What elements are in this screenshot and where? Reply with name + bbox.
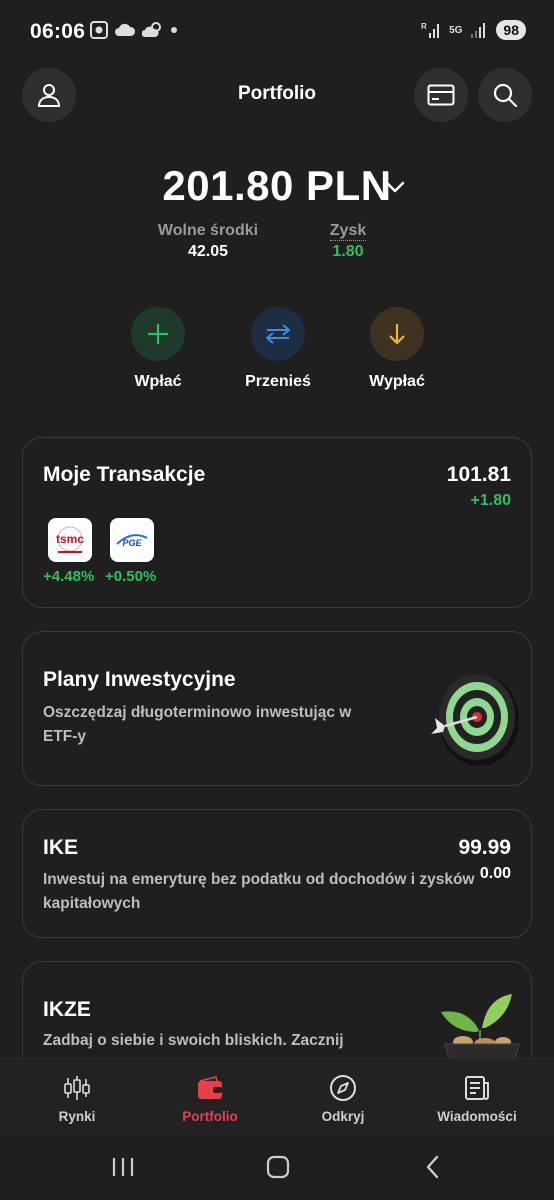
news-icon	[465, 1076, 489, 1100]
portfolio-screen: 06:06 R 5G 98 Portfolio 201.80 PLN Wolne…	[0, 0, 554, 1200]
nav-markets[interactable]: Rynki	[17, 1073, 137, 1124]
card-button[interactable]	[414, 68, 468, 122]
free-funds-value: 42.05	[187, 243, 229, 260]
card-description-line2: ETF-y	[43, 728, 87, 745]
transactions-change: +1.80	[470, 492, 511, 509]
cloud-icon	[115, 23, 136, 36]
credit-card-icon	[427, 84, 455, 106]
transfer-button[interactable]: Przenieś	[223, 307, 333, 391]
card-title: IKE	[43, 836, 79, 859]
balance-section: 201.80 PLN	[0, 162, 554, 210]
tsmc-logo-icon: tsmc	[56, 526, 84, 553]
search-icon	[493, 83, 518, 108]
nav-label: Portfolio	[182, 1109, 238, 1124]
network-type: 5G	[449, 24, 463, 36]
total-balance: 201.80 PLN	[162, 162, 392, 209]
profit-stat[interactable]: Zysk 1.80	[318, 222, 378, 261]
nav-discover[interactable]: Odkryj	[283, 1073, 403, 1124]
free-funds-stat: Wolne środki 42.05	[152, 222, 264, 261]
tsmc-change: +4.48%	[43, 568, 95, 585]
profit-label: Zysk	[329, 222, 367, 241]
card-description-line1: Zadbaj o siebie i swoich bliskich. Zaczn…	[43, 1032, 344, 1049]
nav-portfolio[interactable]: Portfolio	[150, 1073, 270, 1124]
nav-news[interactable]: Wiadomości	[417, 1073, 537, 1124]
deposit-label: Wpłać	[134, 373, 182, 390]
target-dart-icon	[431, 674, 519, 766]
chevron-down-icon[interactable]	[383, 179, 407, 195]
status-time: 06:06	[30, 20, 86, 43]
app-notification-icon	[90, 21, 108, 39]
ike-value: 99.99	[458, 836, 511, 859]
tsmc-logo-text: tsmc	[56, 532, 84, 546]
plant-pot-icon	[441, 994, 520, 1067]
ike-card[interactable]: IKE 99.99 0.00 Inwestuj na emeryturę bez…	[22, 809, 532, 938]
pge-logo-icon: PGE	[116, 534, 148, 548]
card-title: IKZE	[43, 998, 91, 1021]
recent-apps-icon[interactable]	[111, 1154, 135, 1180]
card-description-line2: kapitałowych	[43, 895, 141, 912]
profit-value: 1.80	[332, 243, 364, 260]
card-title: Moje Transakcje	[43, 463, 206, 486]
pge-change: +0.50%	[105, 568, 157, 585]
arrow-down-icon	[389, 324, 405, 345]
pge-logo[interactable]: PGE	[110, 518, 154, 562]
system-indicators: R 5G 98	[421, 20, 526, 40]
transfer-arrows-icon	[266, 324, 290, 344]
my-transactions-card[interactable]: Moje Transakcje 101.81 +1.80 tsmc +4.48%…	[22, 437, 532, 608]
battery-indicator: 98	[496, 20, 526, 40]
card-description-line1: Inwestuj na emeryturę bez podatku od doc…	[43, 871, 475, 888]
investment-plans-card[interactable]: Plany Inwestycyjne Oszczędzaj długotermi…	[22, 631, 532, 786]
partly-cloudy-icon	[142, 22, 161, 37]
system-navigation-bar	[0, 1138, 554, 1200]
pge-logo-text: PGE	[122, 538, 142, 548]
tsmc-logo[interactable]: tsmc	[48, 518, 92, 562]
bottom-navigation: Rynki Portfolio Odkryj Wiadomości	[0, 1058, 554, 1138]
top-header: Portfolio	[0, 68, 554, 122]
withdraw-label: Wypłać	[369, 373, 425, 390]
wallet-icon	[198, 1076, 222, 1099]
transfer-circle	[251, 307, 305, 361]
status-bar: 06:06 R 5G 98	[0, 0, 554, 62]
free-funds-label: Wolne środki	[157, 222, 259, 239]
notification-icons	[90, 21, 178, 39]
card-description-line1: Oszczędzaj długoterminowo inwestując w	[43, 704, 352, 721]
withdraw-button[interactable]: Wypłać	[342, 307, 452, 391]
search-button[interactable]	[478, 68, 532, 122]
nav-label: Rynki	[58, 1109, 96, 1124]
home-icon[interactable]	[265, 1154, 291, 1180]
candlestick-icon	[64, 1076, 90, 1100]
signal-roaming-icon: R	[421, 22, 440, 38]
dot-icon	[171, 27, 177, 33]
ike-change: 0.00	[479, 865, 511, 882]
page-title: Portfolio	[237, 83, 317, 104]
signal-strength-icon	[471, 23, 486, 38]
transfer-label: Przenieś	[245, 373, 311, 390]
deposit-button[interactable]: Wpłać	[103, 307, 213, 391]
nav-label: Wiadomości	[437, 1109, 517, 1124]
back-icon[interactable]	[422, 1154, 444, 1180]
plus-icon	[148, 324, 168, 344]
card-title: Plany Inwestycyjne	[43, 668, 236, 691]
deposit-circle	[131, 307, 185, 361]
svg-text:R: R	[421, 22, 427, 31]
withdraw-circle	[370, 307, 424, 361]
nav-label: Odkryj	[321, 1109, 365, 1124]
compass-icon	[330, 1075, 356, 1101]
transactions-value: 101.81	[446, 463, 511, 486]
